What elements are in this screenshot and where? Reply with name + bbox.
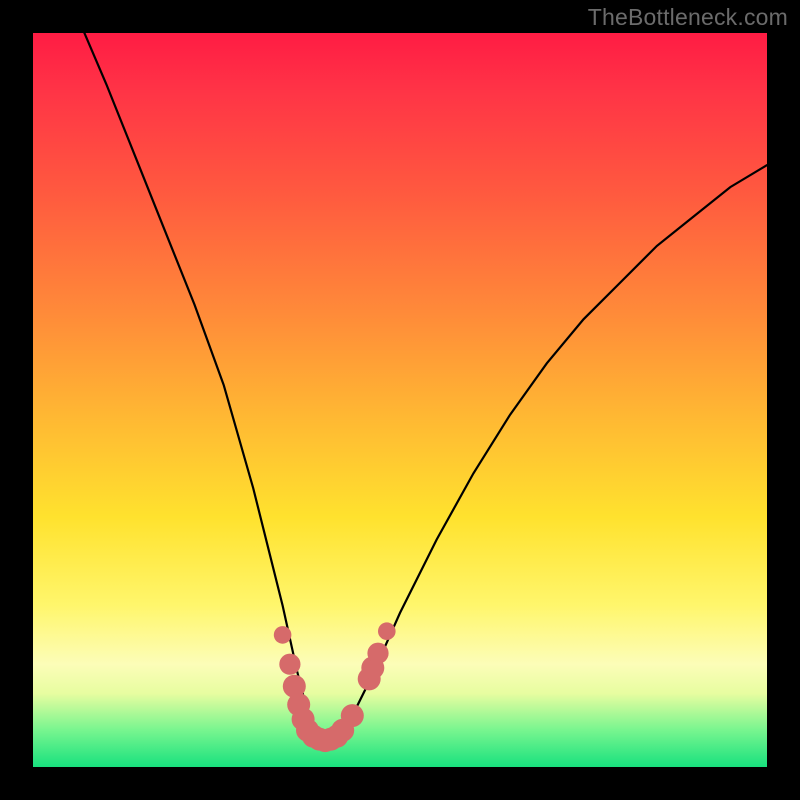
valley-marker-group [274, 622, 396, 752]
chart-svg [33, 33, 767, 767]
valley-marker-dot [341, 704, 364, 727]
valley-marker-dot [279, 654, 300, 675]
valley-marker-dot [378, 622, 396, 640]
watermark-text: TheBottleneck.com [588, 4, 788, 31]
bottleneck-curve [84, 33, 767, 738]
outer-frame: TheBottleneck.com [0, 0, 800, 800]
chart-plot-area [33, 33, 767, 767]
valley-marker-dot [274, 626, 292, 644]
valley-marker-dot [367, 643, 388, 664]
